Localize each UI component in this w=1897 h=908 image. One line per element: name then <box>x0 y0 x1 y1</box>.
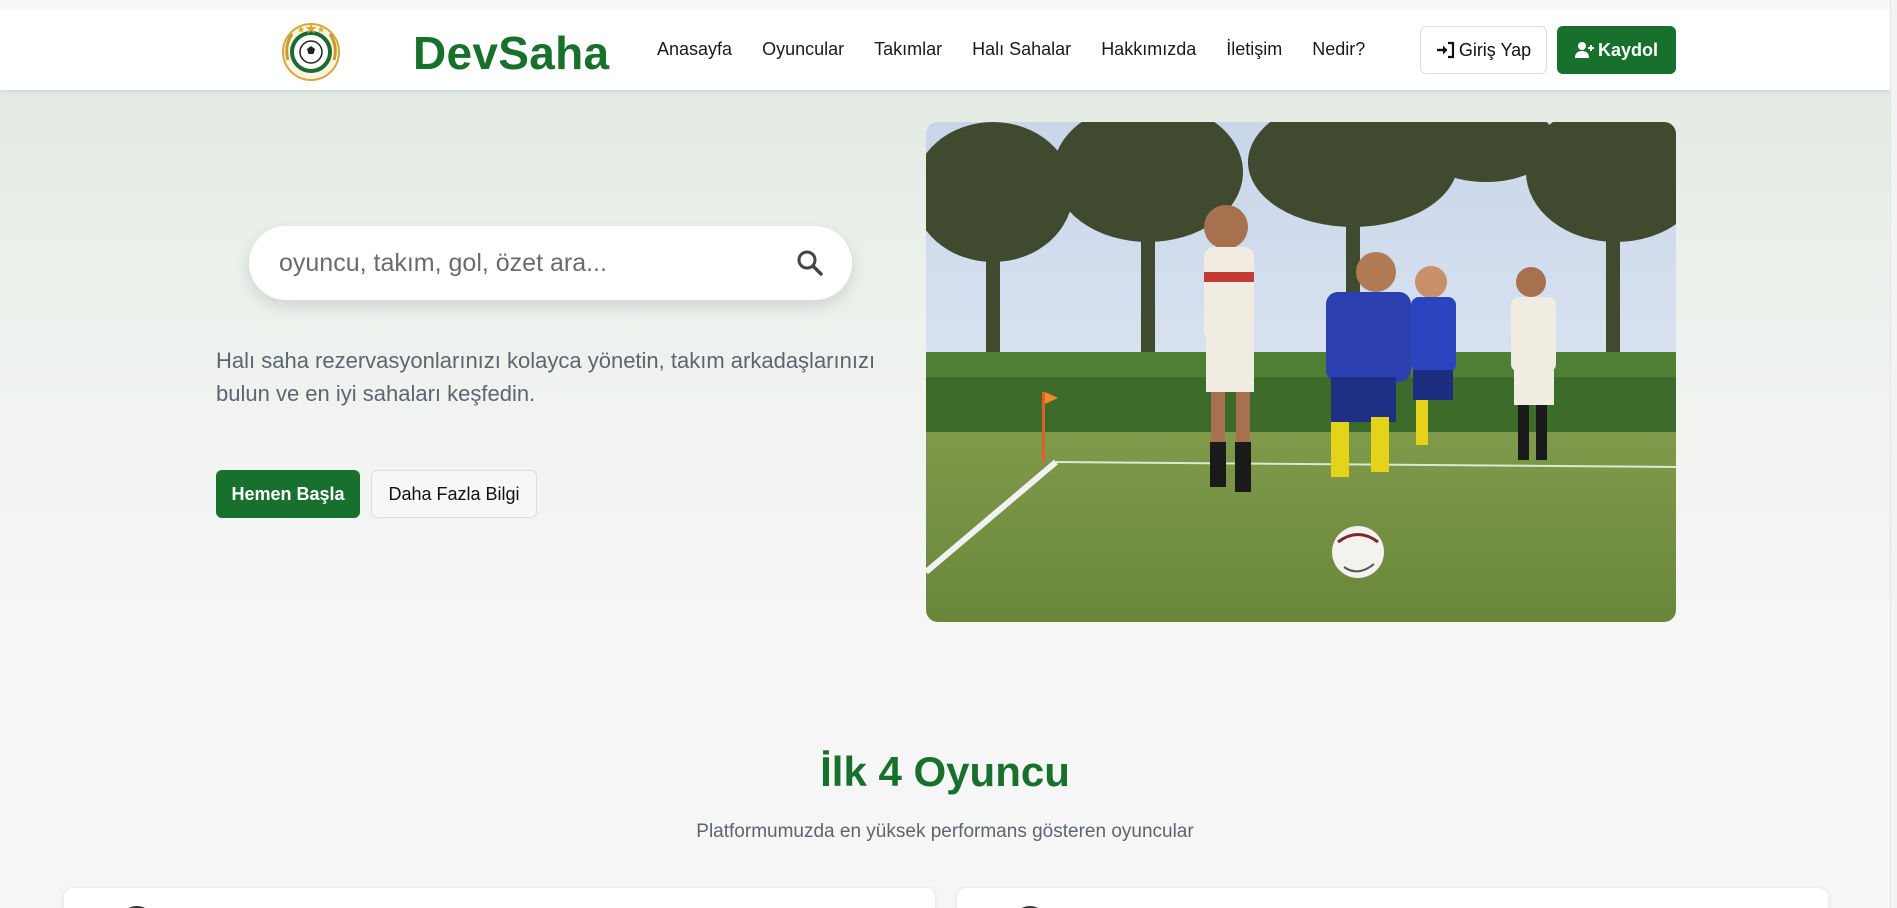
search-icon[interactable] <box>796 249 824 277</box>
nav-item-nedir[interactable]: Nedir? <box>1312 39 1365 60</box>
sign-in-icon <box>1436 41 1454 59</box>
player-card[interactable] <box>956 887 1829 908</box>
hero-photo <box>926 122 1676 622</box>
register-button[interactable]: Kaydol <box>1557 26 1676 74</box>
nav-item-takimlar[interactable]: Takımlar <box>874 39 942 60</box>
nav-item-hakkimizda[interactable]: Hakkımızda <box>1101 39 1196 60</box>
login-button[interactable]: Giriş Yap <box>1420 26 1547 74</box>
hero-description: Halı saha rezervasyonlarınızı kolayca yö… <box>216 348 876 406</box>
football-crest-icon <box>282 23 340 81</box>
search-box <box>249 226 852 300</box>
players-section-title: İlk 4 Oyuncu <box>820 748 1070 795</box>
learn-more-button[interactable]: Daha Fazla Bilgi <box>371 470 537 518</box>
main-nav: Anasayfa Oyuncular Takımlar Halı Sahalar… <box>657 39 1395 60</box>
get-started-button[interactable]: Hemen Başla <box>216 470 360 518</box>
login-label: Giriş Yap <box>1458 39 1532 60</box>
user-plus-icon <box>1574 42 1594 58</box>
nav-item-oyuncular[interactable]: Oyuncular <box>762 39 844 60</box>
browser-top-strip <box>0 0 1897 10</box>
player-card[interactable] <box>63 887 936 908</box>
search-input[interactable] <box>279 248 759 278</box>
nav-item-anasayfa[interactable]: Anasayfa <box>657 39 732 60</box>
brand-name[interactable]: DevSaha <box>413 26 609 80</box>
register-label: Kaydol <box>1597 39 1658 60</box>
navbar: DevSaha Anasayfa Oyuncular Takımlar Halı… <box>0 10 1890 90</box>
scrollbar[interactable] <box>1890 0 1897 908</box>
nav-item-hali-sahalar[interactable]: Halı Sahalar <box>972 39 1071 60</box>
nav-item-iletisim[interactable]: İletişim <box>1226 39 1282 60</box>
players-section-subtitle: Platformumuzda en yüksek performans göst… <box>696 821 1194 842</box>
site-logo[interactable] <box>276 14 346 84</box>
hero-section: Halı saha rezervasyonlarınızı kolayca yö… <box>0 90 1890 650</box>
football-players-photo <box>926 122 1676 622</box>
